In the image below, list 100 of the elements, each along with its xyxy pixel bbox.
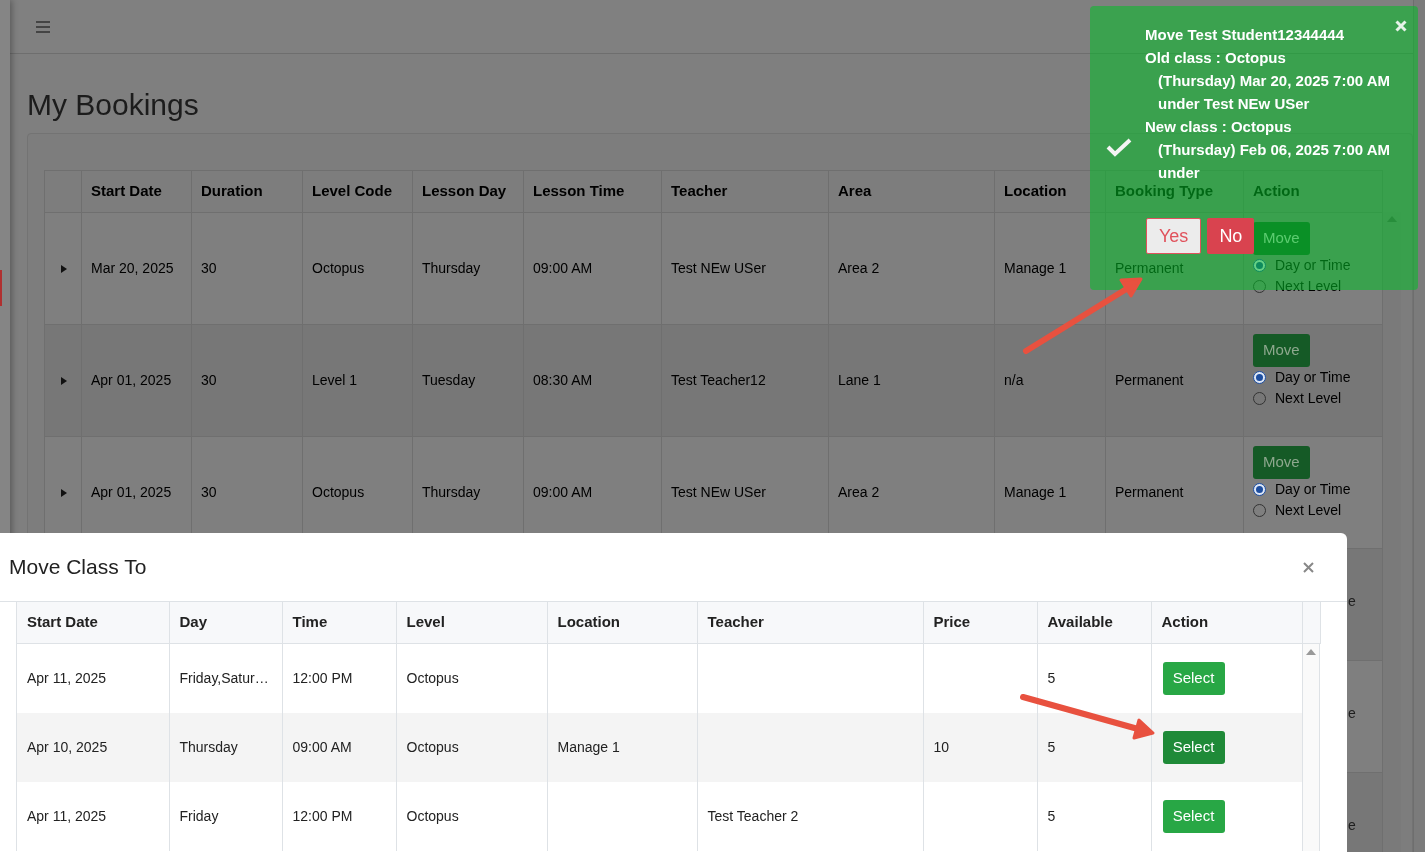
select-button[interactable]: Select — [1162, 661, 1225, 695]
table-row[interactable]: Apr 11, 2025 Friday 12:00 PM Octopus Test Teacher 2 5 Select — [17, 781, 1302, 851]
column-header: Teacher — [671, 182, 728, 200]
table-cell: Octopus — [312, 260, 365, 276]
table-cell: Octopus — [406, 669, 459, 686]
radio-label: e — [1348, 705, 1356, 721]
table-cell: Test NEw USer — [671, 484, 766, 500]
move-button[interactable]: Move — [1253, 334, 1310, 367]
table-cell: Test NEw USer — [671, 260, 766, 276]
table-cell: Level 1 — [312, 372, 358, 388]
column-header: Price — [933, 613, 971, 630]
table-cell: Manage 1 — [557, 738, 620, 755]
expand-caret-icon[interactable] — [61, 376, 67, 385]
column-header: Area — [838, 182, 872, 200]
toast-text: Old class : Octopus — [1145, 48, 1287, 68]
radio-button[interactable] — [1253, 483, 1266, 496]
radio-label: Next Level — [1275, 277, 1342, 296]
select-button[interactable]: Select — [1162, 799, 1225, 833]
table-cell: Permanent — [1115, 260, 1184, 276]
table-cell: Lane 1 — [838, 372, 881, 388]
menu-icon[interactable] — [36, 20, 50, 33]
table-cell: n/a — [1004, 372, 1024, 388]
toast-text: Move Test Student12344444 — [1145, 25, 1345, 45]
yes-button[interactable]: Yes — [1146, 218, 1202, 254]
column-header: Lesson Time — [533, 182, 625, 200]
table-cell: Apr 10, 2025 — [27, 738, 108, 755]
table-cell: Apr 11, 2025 — [27, 669, 107, 686]
table-cell: Area 2 — [838, 260, 880, 276]
expand-caret-icon[interactable] — [61, 488, 67, 497]
column-header: Day — [179, 613, 208, 630]
no-button[interactable]: No — [1207, 218, 1255, 254]
radio-label: Next Level — [1275, 501, 1342, 520]
table-cell: Test Teacher12 — [671, 372, 766, 388]
radio-button[interactable] — [1253, 259, 1266, 272]
table-cell: 30 — [201, 484, 217, 500]
table-cell: 08:30 AM — [533, 372, 593, 388]
table-cell: Manage 1 — [1004, 260, 1067, 276]
check-icon — [1106, 137, 1132, 157]
radio-button[interactable] — [1253, 371, 1266, 384]
table-cell: Manage 1 — [1004, 484, 1067, 500]
table-cell: Thursday — [179, 738, 238, 755]
table-row[interactable]: Apr 10, 2025 Thursday 09:00 AM Octopus Manage 1 10 5 Select — [17, 712, 1302, 782]
table-cell: Octopus — [406, 807, 459, 824]
radio-label: e — [1348, 593, 1356, 609]
move-button[interactable]: Move — [1253, 222, 1310, 255]
table-cell: 5 — [1047, 807, 1056, 824]
scroll-up-icon[interactable] — [1306, 648, 1316, 655]
close-icon[interactable] — [1303, 561, 1314, 573]
column-header: Location — [557, 613, 620, 630]
column-header: Location — [1004, 182, 1067, 200]
table-cell: Thursday — [422, 260, 481, 276]
table-cell: Test Teacher 2 — [707, 807, 799, 824]
table-cell: Apr 01, 2025 — [91, 484, 172, 500]
toast-text: New class : Octopus — [1145, 117, 1293, 137]
table-cell: Octopus — [406, 738, 459, 755]
column-header: Duration — [201, 182, 263, 200]
page-title: My Bookings — [27, 87, 199, 123]
table-cell: 30 — [201, 372, 217, 388]
table-cell: Apr 01, 2025 — [91, 372, 172, 388]
toast-text: under — [1157, 163, 1201, 183]
table-cell: Permanent — [1115, 484, 1184, 500]
table-cell: 12:00 PM — [292, 669, 353, 686]
table-cell: Permanent — [1115, 372, 1184, 388]
column-header: Time — [292, 613, 328, 630]
column-header: Lesson Day — [422, 182, 507, 200]
toast-text: (Thursday) Feb 06, 2025 7:00 AM — [1157, 140, 1391, 160]
column-header: Teacher — [707, 613, 764, 630]
table-cell: 30 — [201, 260, 217, 276]
table-cell: Area 2 — [838, 484, 880, 500]
table-cell: 12:00 PM — [292, 807, 353, 824]
column-header: Available — [1047, 613, 1113, 630]
column-header: Level Code — [312, 182, 393, 200]
column-header: Booking Type — [1115, 182, 1214, 200]
table-cell: 09:00 AM — [533, 260, 593, 276]
toast-text: (Thursday) Mar 20, 2025 7:00 AM — [1157, 71, 1391, 91]
select-button[interactable]: Select — [1162, 730, 1225, 764]
column-header: Action — [1161, 613, 1209, 630]
radio-label: Next Level — [1275, 389, 1342, 408]
table-cell: 5 — [1047, 738, 1056, 755]
column-header: Start Date — [27, 613, 98, 630]
table-cell: Octopus — [312, 484, 365, 500]
expand-caret-icon[interactable] — [61, 264, 67, 273]
table-cell: 09:00 AM — [292, 738, 352, 755]
radio-label: e — [1348, 817, 1356, 833]
table-cell: 10 — [933, 738, 950, 755]
table-cell: 09:00 AM — [533, 484, 593, 500]
move-button[interactable]: Move — [1253, 446, 1310, 479]
toast-text: under Test NEw USer — [1157, 94, 1311, 114]
column-header: Action — [1253, 182, 1300, 200]
table-cell: Tuesday — [422, 372, 476, 388]
column-header: Level — [406, 613, 445, 630]
table-cell: Apr 11, 2025 — [27, 807, 107, 824]
radio-label: Day or Time — [1275, 480, 1351, 499]
radio-label: Day or Time — [1275, 368, 1351, 387]
table-cell: Thursday — [422, 484, 481, 500]
column-header: Start Date — [91, 182, 162, 200]
table-cell: Mar 20, 2025 — [91, 260, 174, 276]
table-cell: Friday,Satur… — [179, 669, 269, 686]
table-cell: Friday — [179, 807, 219, 824]
modal-scrollbar[interactable] — [1302, 643, 1320, 851]
